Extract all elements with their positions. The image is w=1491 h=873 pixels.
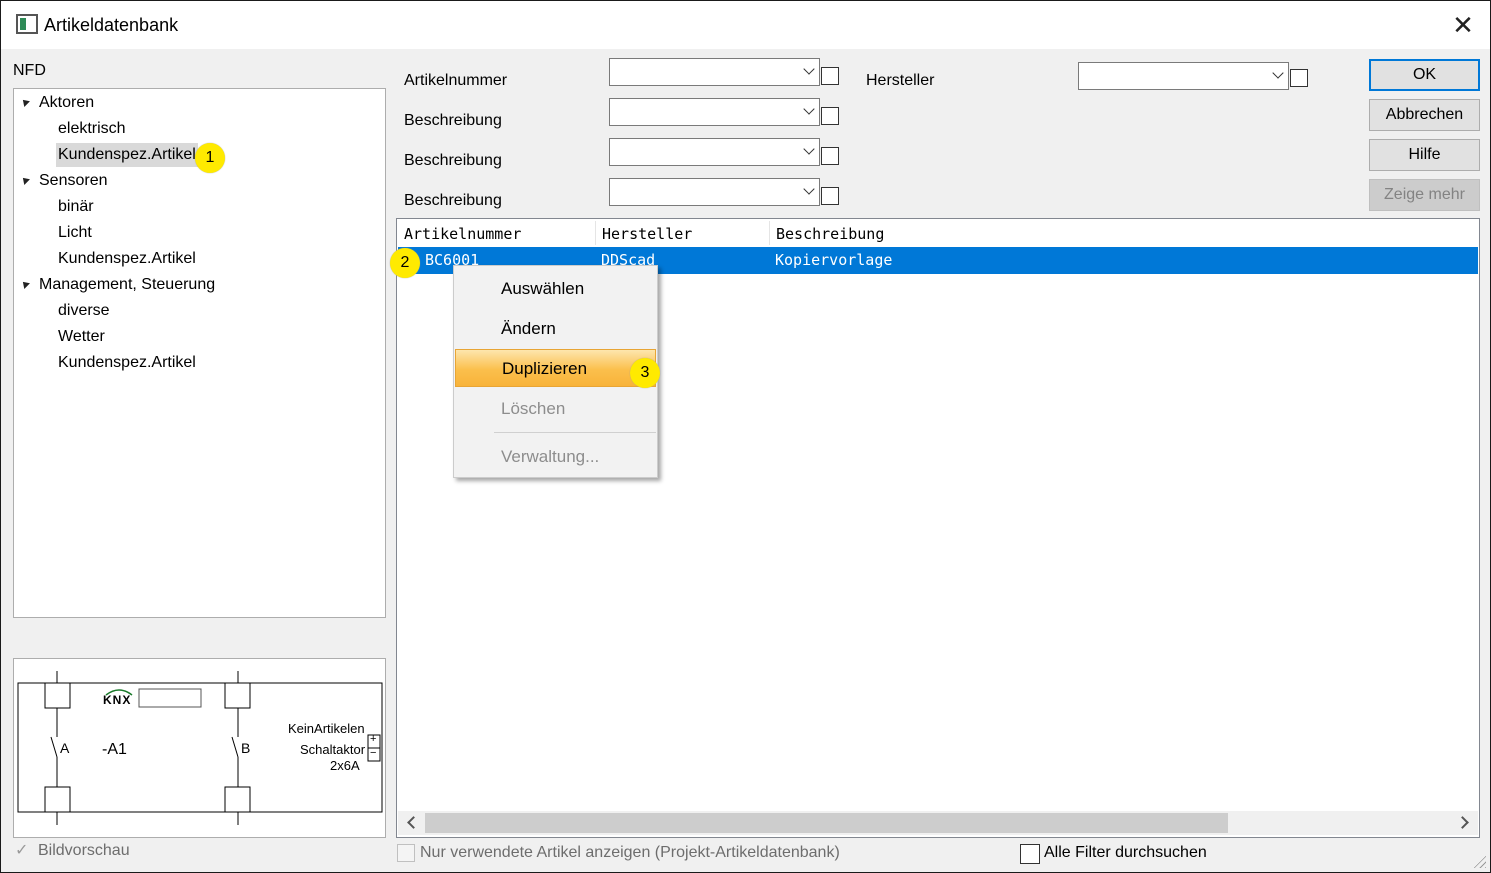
bildvorschau-label: Bildvorschau [38, 842, 130, 859]
nur-verwendete-checkbox[interactable] [397, 844, 415, 862]
beschreibung-combo-2[interactable] [609, 138, 820, 166]
tree-root-label: NFD [13, 62, 46, 79]
chevron-down-icon [1272, 67, 1284, 79]
scroll-left-icon[interactable] [407, 816, 420, 829]
artikelnummer-combo[interactable] [609, 58, 820, 86]
dialog-window: Artikeldatenbank ✕ NFD Aktoren elektrisc… [0, 0, 1491, 873]
preview-plus: + [370, 733, 377, 745]
menu-item-duplizieren[interactable]: Duplizieren [455, 349, 656, 387]
app-icon [16, 14, 38, 34]
resize-grip-icon[interactable] [1472, 854, 1486, 868]
step-badge-1: 1 [195, 143, 225, 173]
beschreibung-label-1: Beschreibung [404, 112, 502, 129]
alle-filter-checkbox[interactable] [1020, 844, 1040, 864]
tree-node-wetter[interactable]: Wetter [56, 325, 107, 349]
cancel-button[interactable]: Abbrechen [1369, 99, 1480, 131]
scroll-right-icon[interactable] [1456, 816, 1469, 829]
menu-item-aendern[interactable]: Ändern [455, 310, 656, 348]
symbol-preview: KNX -A1 A B KeinArtikelen Schaltaktor 2x… [13, 658, 386, 838]
context-menu: Auswählen Ändern Duplizieren Löschen Ver… [453, 265, 658, 478]
column-header-hersteller[interactable]: Hersteller [602, 222, 692, 246]
preview-text-line2: Schaltaktor [300, 742, 366, 757]
chevron-down-icon [803, 183, 815, 195]
column-header-artikelnummer[interactable]: Artikelnummer [404, 222, 521, 246]
column-header-beschreibung[interactable]: Beschreibung [776, 222, 884, 246]
alle-filter-label: Alle Filter durchsuchen [1044, 844, 1207, 861]
tree-node-licht[interactable]: Licht [56, 221, 94, 245]
tree-node-aktoren[interactable]: Aktoren [37, 91, 96, 115]
chevron-down-icon [803, 103, 815, 115]
beschreibung-combo-3[interactable] [609, 178, 820, 206]
beschreibung-checkbox-2[interactable] [821, 147, 839, 165]
ok-button[interactable]: OK [1369, 59, 1480, 91]
preview-designator: -A1 [102, 741, 127, 758]
tree-node-management[interactable]: Management, Steuerung [37, 273, 217, 297]
close-icon[interactable]: ✕ [1436, 1, 1490, 49]
menu-item-loeschen[interactable]: Löschen [455, 390, 656, 428]
preview-text-line3: 2x6A [330, 758, 360, 773]
hersteller-label: Hersteller [866, 72, 935, 89]
beschreibung-label-2: Beschreibung [404, 152, 502, 169]
horizontal-scrollbar[interactable] [398, 811, 1478, 835]
collapse-icon[interactable] [20, 279, 30, 289]
column-divider[interactable] [769, 221, 770, 245]
nur-verwendete-label: Nur verwendete Artikel anzeigen (Projekt… [420, 844, 840, 861]
tree-node-kundenspez-aktoren[interactable]: Kundenspez.Artikel [56, 143, 198, 167]
knx-logo: KNX [103, 693, 132, 707]
beschreibung-checkbox-1[interactable] [821, 107, 839, 125]
help-button[interactable]: Hilfe [1369, 139, 1480, 171]
menu-item-verwaltung[interactable]: Verwaltung... [455, 438, 656, 476]
tree-node-sensoren[interactable]: Sensoren [37, 169, 110, 193]
bildvorschau-checkbox[interactable]: ✓ [15, 842, 33, 860]
preview-contact-b: B [241, 740, 251, 756]
scroll-thumb[interactable] [425, 813, 1228, 833]
preview-minus: − [370, 747, 377, 759]
menu-separator [494, 432, 656, 433]
beschreibung-combo-1[interactable] [609, 98, 820, 126]
preview-contact-a: A [60, 740, 70, 756]
cell-beschreibung: Kopiervorlage [775, 251, 893, 269]
tree-node-kundenspez-sensoren[interactable]: Kundenspez.Artikel [56, 247, 198, 271]
show-more-button[interactable]: Zeige mehr [1369, 179, 1480, 211]
tree-node-kundenspez-management[interactable]: Kundenspez.Artikel [56, 351, 198, 375]
beschreibung-checkbox-3[interactable] [821, 187, 839, 205]
tree-node-elektrisch[interactable]: elektrisch [56, 117, 128, 141]
column-divider[interactable] [595, 221, 596, 245]
tree-node-diverse[interactable]: diverse [56, 299, 112, 323]
chevron-down-icon [803, 143, 815, 155]
artikelnummer-label: Artikelnummer [404, 72, 508, 89]
step-badge-2: 2 [390, 248, 420, 278]
hersteller-combo[interactable] [1078, 62, 1289, 90]
chevron-down-icon [803, 63, 815, 75]
hersteller-checkbox[interactable] [1290, 69, 1308, 87]
step-badge-3: 3 [630, 358, 660, 388]
category-tree[interactable]: Aktoren elektrisch Kundenspez.Artikel Se… [13, 88, 386, 618]
artikelnummer-checkbox[interactable] [821, 67, 839, 85]
menu-item-auswaehlen[interactable]: Auswählen [455, 270, 656, 308]
window-title: Artikeldatenbank [44, 15, 179, 35]
collapse-icon[interactable] [20, 175, 30, 185]
preview-text-line1: KeinArtikelen [288, 721, 365, 736]
collapse-icon[interactable] [20, 97, 30, 107]
title-bar: Artikeldatenbank ✕ [1, 1, 1490, 49]
tree-node-binaer[interactable]: binär [56, 195, 96, 219]
beschreibung-label-3: Beschreibung [404, 192, 502, 209]
